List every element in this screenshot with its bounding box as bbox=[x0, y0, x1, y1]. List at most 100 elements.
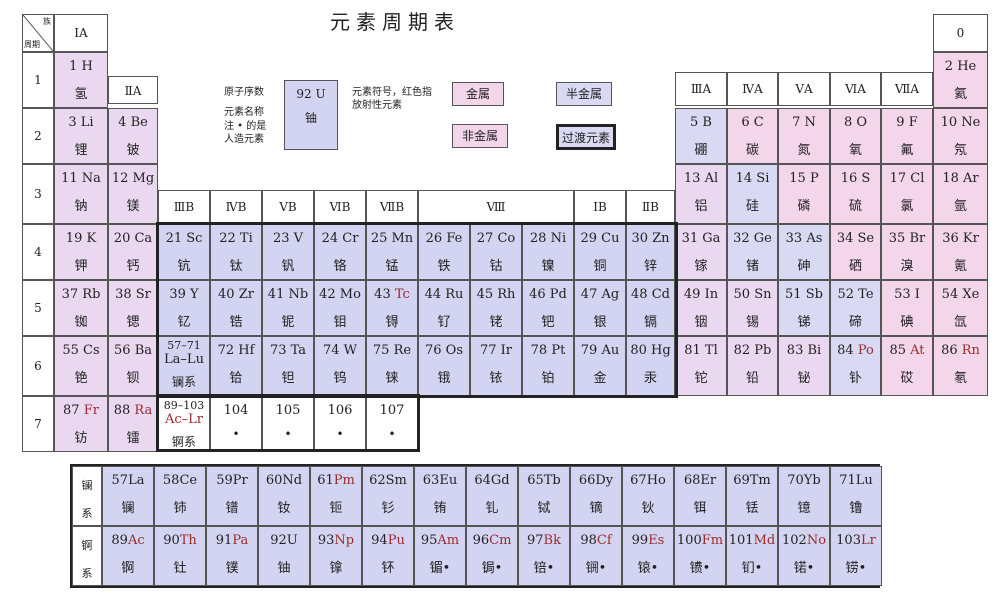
element-number: 58 bbox=[162, 473, 180, 488]
element-cell-Mg: 12 Mg 镁 bbox=[108, 164, 158, 224]
element-number: 68 bbox=[683, 473, 701, 488]
element-cell-K: 19 K钾 bbox=[54, 224, 108, 280]
element-name: 砹 bbox=[900, 371, 914, 386]
element-name: 锎• bbox=[585, 561, 607, 576]
group-header-IIIB: ⅢB bbox=[158, 190, 210, 224]
element-symbol: Tl bbox=[704, 343, 718, 358]
element-number: 93 bbox=[317, 533, 335, 548]
element-symbol: Ca bbox=[134, 231, 153, 246]
element-number-symbol: 103Lr bbox=[831, 533, 881, 548]
element-number-symbol: 38 Sr bbox=[109, 287, 157, 302]
element-number-symbol: 14 Si bbox=[728, 171, 777, 186]
element-cell-Tm: 69Tm 铥 bbox=[726, 466, 778, 526]
element-name: 镭 bbox=[126, 431, 140, 446]
element-name: 镎 bbox=[329, 561, 343, 576]
element-number: 64 bbox=[474, 473, 491, 488]
element-name: 铒 bbox=[693, 501, 707, 516]
element-cell-Xe: 54 Xe 氙 bbox=[933, 280, 988, 336]
page-title: 元素周期表 bbox=[330, 10, 460, 34]
corner-cell: 族 周期 bbox=[22, 14, 54, 52]
element-cell-B: 5 B硼 bbox=[675, 108, 727, 164]
element-name: 锿• bbox=[637, 561, 659, 576]
element-cell-Es: 99Es 锿• bbox=[622, 526, 674, 586]
element-cell-U: 92U 铀 bbox=[258, 526, 310, 586]
element-number-symbol: 97Bk bbox=[519, 533, 569, 548]
element-symbol: Pr bbox=[232, 473, 248, 488]
element-symbol: Md bbox=[753, 533, 776, 548]
element-cell-Rb: 37 Rb 铷 bbox=[54, 280, 108, 336]
element-cell-La: 57La 镧 bbox=[102, 466, 154, 526]
element-symbol: No bbox=[806, 533, 827, 548]
element-cell-Ne: 10 Ne 氖 bbox=[933, 108, 988, 164]
lanthanides-label: 镧系 bbox=[72, 466, 102, 526]
element-number-symbol: 101Md bbox=[727, 533, 777, 548]
element-name: 铷 bbox=[74, 315, 88, 330]
period-label-5: 5 bbox=[22, 280, 54, 336]
element-name: 氟 bbox=[900, 143, 914, 158]
element-number: 36 bbox=[942, 231, 963, 246]
element-number-symbol: 90Th bbox=[155, 533, 205, 548]
element-number: 10 bbox=[940, 115, 962, 130]
element-name: 碳 bbox=[745, 143, 759, 158]
group-header-IA: ⅠA bbox=[54, 14, 108, 52]
element-number-symbol: 92U bbox=[259, 533, 309, 548]
element-number: 13 bbox=[683, 171, 705, 186]
series-label-char: 镧 bbox=[81, 479, 93, 492]
element-name: 锔• bbox=[481, 561, 503, 576]
element-name: 镨 bbox=[225, 501, 239, 516]
element-name: 镱 bbox=[797, 501, 811, 516]
element-symbol: Eu bbox=[439, 473, 458, 488]
element-name: 铯 bbox=[74, 371, 88, 386]
element-name: 镧 bbox=[121, 501, 135, 516]
element-number-symbol: 65Tb bbox=[519, 473, 569, 488]
element-number-symbol: 61Pm bbox=[311, 473, 361, 488]
element-symbol: Ba bbox=[134, 343, 152, 358]
period-label-2: 2 bbox=[22, 108, 54, 164]
element-name: 钔• bbox=[741, 561, 763, 576]
legend-symbol-label: 元素符号，红色指放射性元素 bbox=[352, 87, 432, 111]
element-number-symbol: 100Fm bbox=[675, 533, 725, 548]
element-number: 71 bbox=[839, 473, 856, 488]
element-number: 81 bbox=[684, 343, 705, 358]
element-number-symbol: 1 H bbox=[55, 59, 107, 74]
element-symbol: N bbox=[804, 115, 816, 130]
element-number-symbol: 18 Ar bbox=[934, 171, 987, 186]
group-header-IIA: ⅡA bbox=[108, 76, 158, 104]
element-symbol: Pu bbox=[387, 533, 405, 548]
group-header-IVB: ⅣB bbox=[210, 190, 262, 224]
element-symbol: Es bbox=[648, 533, 665, 548]
element-cell-As: 33 As 砷 bbox=[778, 224, 830, 280]
element-number-symbol: 82 Pb bbox=[728, 343, 777, 358]
element-name: 镥 bbox=[849, 501, 863, 516]
element-number-symbol: 6 C bbox=[728, 115, 777, 130]
element-name: 钠 bbox=[74, 199, 88, 214]
element-name: 锗 bbox=[745, 259, 759, 274]
group-header-VIIB: ⅦB bbox=[366, 190, 418, 224]
element-symbol: Al bbox=[704, 171, 719, 186]
element-number: 49 bbox=[683, 287, 705, 302]
element-number: 69 bbox=[733, 473, 750, 488]
group-header-VA: ⅤA bbox=[778, 72, 830, 106]
element-number-symbol: 3 Li bbox=[55, 115, 107, 130]
actinides-label: 锕系 bbox=[72, 526, 102, 586]
element-cell-No: 102No 锘• bbox=[778, 526, 830, 586]
element-name: 铥 bbox=[745, 501, 759, 516]
element-number-symbol: 57La bbox=[103, 473, 153, 488]
element-symbol: H bbox=[81, 59, 93, 74]
element-number: 82 bbox=[733, 343, 755, 358]
element-cell-Yb: 70Yb 镱 bbox=[778, 466, 830, 526]
element-number-symbol: 71Lu bbox=[831, 473, 881, 488]
element-symbol: Lr bbox=[860, 533, 876, 548]
element-number: 98 bbox=[580, 533, 597, 548]
element-name: 硅 bbox=[745, 199, 759, 214]
element-cell-N: 7 N氮 bbox=[778, 108, 830, 164]
element-symbol: Sb bbox=[805, 287, 823, 302]
element-name: 碘 bbox=[900, 315, 914, 330]
element-symbol: Lu bbox=[855, 473, 873, 488]
legend-sample-cell: 92 U 铀 bbox=[284, 80, 338, 150]
legend-note-label: 注 • 的是人造元素 bbox=[224, 121, 267, 145]
element-symbol: Cm bbox=[489, 533, 512, 548]
element-symbol: Fm bbox=[701, 533, 724, 548]
group-header-IVA: ⅣA bbox=[727, 72, 778, 106]
element-symbol: Se bbox=[857, 231, 875, 246]
